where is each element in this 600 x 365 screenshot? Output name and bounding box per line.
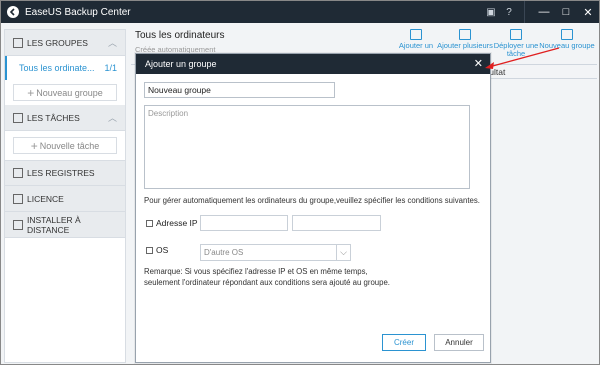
log-icon [13,168,23,178]
chevron-up-icon[interactable]: ︿ [108,36,117,49]
close-button[interactable]: ✕ [577,1,599,23]
annotation-arrow-icon [485,47,560,69]
remote-install-icon [13,219,23,230]
add-one-label: Ajouter un [398,41,434,50]
ip-start-field[interactable] [200,215,288,231]
chevron-up-icon[interactable]: ︿ [108,111,117,124]
description-field[interactable]: Description [144,105,470,189]
os-label: OS [156,245,169,255]
license-label: LICENCE [27,193,64,204]
os-dropdown[interactable]: D'autre OS ⌵ [200,244,351,261]
add-task-button[interactable]: + Nouvelle tâche [13,137,117,154]
add-group-dialog: Ajouter un groupe ✕ Nouveau groupe Descr… [135,53,491,363]
sidebar-item-all-computers[interactable]: Tous les ordinate... 1/1 [5,56,125,80]
sidebar-item-remote-install[interactable]: INSTALLER À DISTANCE [5,212,125,238]
checklist-icon [13,112,23,123]
cancel-button[interactable]: Annuler [434,334,484,351]
monitor-icon [410,29,422,40]
remark-line-2: seulement l'ordinateur répondant aux con… [144,278,390,287]
sidebar: LES GROUPES ︿ Tous les ordinate... 1/1 +… [4,29,126,363]
ip-label: Adresse IP [156,218,198,228]
tasks-header-label: LES TÂCHES [27,112,80,123]
dialog-title-bar: Ajouter un groupe [136,54,490,74]
os-selected-value: D'autre OS [204,248,244,257]
add-one-button[interactable]: Ajouter un [395,29,437,50]
conditions-hint: Pour gérer automatiquement les ordinateu… [144,196,480,205]
computer-count: 1/1 [104,63,117,73]
multi-monitor-icon [459,29,471,40]
remark-line-1: Remarque: Si vous spécifiez l'adresse IP… [144,267,368,276]
minimize-button[interactable]: — [533,1,555,23]
separator [524,1,525,23]
app-window: EaseUS Backup Center ▣ ? — □ ✕ LES GROUP… [0,0,600,365]
groups-header[interactable]: LES GROUPES ︿ [5,30,125,56]
group-name-field[interactable]: Nouveau groupe [144,82,335,98]
group-icon [561,29,573,40]
remark-text: Remarque: Si vous spécifiez l'adresse IP… [144,266,390,288]
app-logo-icon [7,6,19,18]
dialog-title: Ajouter un groupe [145,59,217,69]
plus-icon: + [27,85,35,100]
app-title: EaseUS Backup Center [25,6,131,18]
tasks-header[interactable]: LES TÂCHES ︿ [5,105,125,131]
create-button[interactable]: Créer [382,334,426,351]
groups-header-label: LES GROUPES [27,37,88,48]
ip-checkbox[interactable] [146,220,153,227]
add-task-label: Nouvelle tâche [39,140,100,151]
sidebar-item-label: Tous les ordinate... [19,63,95,73]
os-checkbox[interactable] [146,247,153,254]
sidebar-item-registers[interactable]: LES REGISTRES [5,160,125,186]
license-icon [13,193,23,204]
divider [489,78,597,79]
add-group-label: Nouveau groupe [36,87,103,98]
help-icon[interactable]: ? [500,1,518,23]
maximize-button[interactable]: □ [555,1,577,23]
window-icon[interactable]: ▣ [482,1,500,23]
chevron-down-icon[interactable]: ⌵ [336,245,350,260]
title-bar: EaseUS Backup Center ▣ ? — □ ✕ [1,1,599,23]
ip-end-field[interactable] [292,215,381,231]
deploy-icon [510,29,522,40]
plus-icon: + [30,138,38,153]
grid-icon [13,37,23,48]
registers-label: LES REGISTRES [27,168,95,178]
page-title: Tous les ordinateurs [135,30,225,41]
remote-install-label: INSTALLER À DISTANCE [26,214,81,235]
sidebar-item-license[interactable]: LICENCE [5,186,125,212]
add-group-button[interactable]: + Nouveau groupe [13,84,117,101]
